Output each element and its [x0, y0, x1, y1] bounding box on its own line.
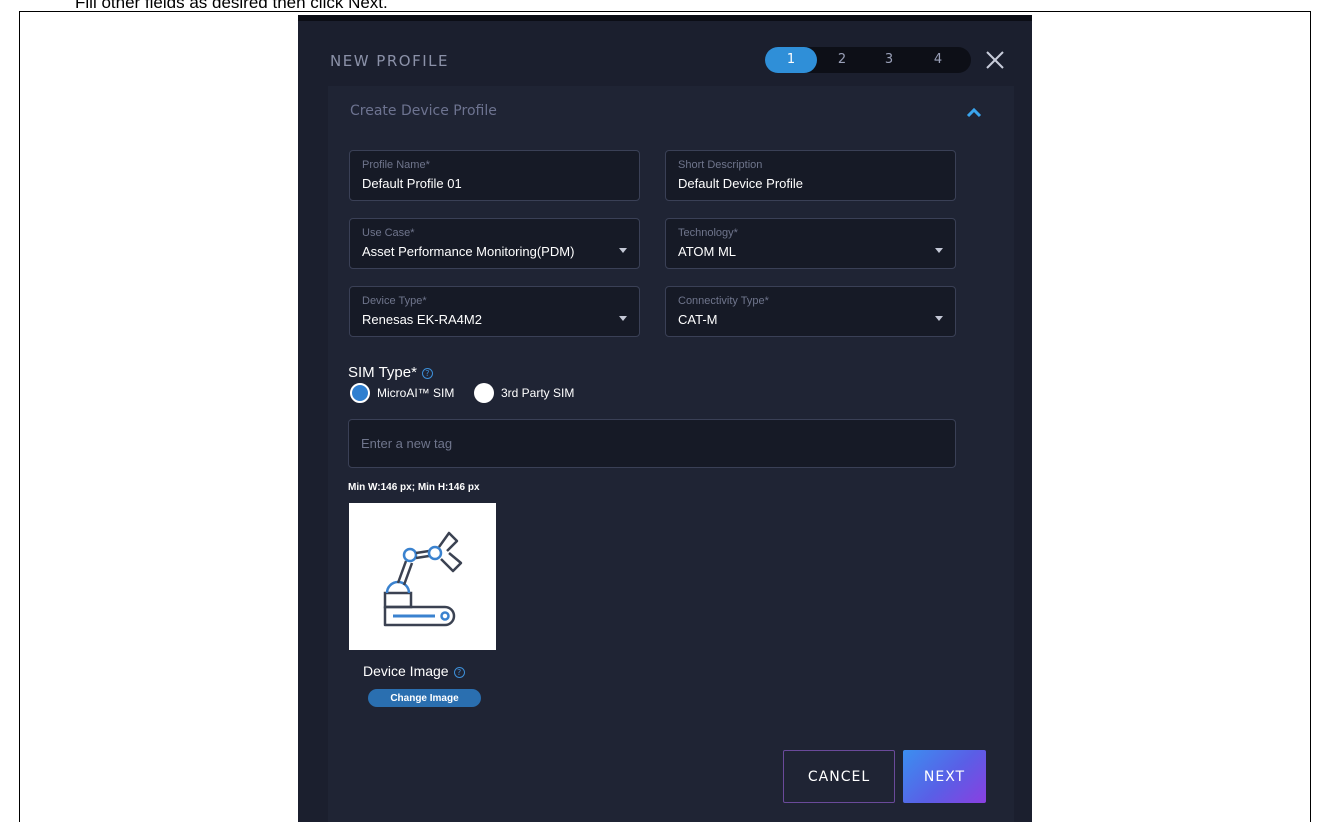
profile-name-value[interactable]: Default Profile 01 — [362, 176, 462, 191]
short-description-value[interactable]: Default Device Profile — [678, 176, 803, 191]
modal-title: NEW PROFILE — [330, 52, 449, 70]
tag-input[interactable] — [348, 419, 956, 468]
device-image-preview — [349, 503, 496, 650]
caret-down-icon — [935, 316, 943, 321]
sim-type-label-text: SIM Type* — [348, 364, 417, 381]
radio-3rd-party-sim-label: 3rd Party SIM — [501, 386, 575, 400]
close-button[interactable] — [983, 48, 1007, 72]
caret-down-icon — [619, 316, 627, 321]
new-profile-modal: NEW PROFILE 1 2 3 4 Create Device Profil… — [298, 15, 1032, 822]
short-description-field[interactable]: Short Description Default Device Profile — [665, 150, 956, 201]
use-case-label: Use Case* — [362, 227, 415, 239]
create-device-profile-section: Create Device Profile Profile Name* Defa… — [328, 86, 1014, 822]
change-image-button[interactable]: Change Image — [368, 689, 481, 707]
min-size-hint: Min W:146 px; Min H:146 px — [348, 482, 480, 493]
use-case-value: Asset Performance Monitoring(PDM) — [362, 244, 575, 259]
help-icon[interactable]: ? — [421, 367, 433, 379]
short-description-label: Short Description — [678, 159, 763, 171]
cancel-button[interactable]: CANCEL — [783, 750, 895, 803]
robot-arm-icon — [383, 531, 463, 627]
device-image-label-text: Device Image — [363, 663, 449, 679]
profile-name-field[interactable]: Profile Name* Default Profile 01 — [349, 150, 640, 201]
caret-down-icon — [619, 248, 627, 253]
step-2[interactable]: 2 — [827, 47, 857, 73]
radio-microai-sim[interactable]: MicroAI™ SIM — [350, 383, 454, 403]
step-1[interactable]: 1 — [765, 47, 817, 73]
collapse-section-button[interactable] — [964, 104, 984, 120]
radio-microai-sim-label: MicroAI™ SIM — [377, 386, 455, 400]
device-type-label: Device Type* — [362, 295, 427, 307]
use-case-select[interactable]: Use Case* Asset Performance Monitoring(P… — [349, 218, 640, 269]
close-icon — [986, 51, 1004, 69]
step-indicator: 1 2 3 4 — [765, 47, 971, 73]
technology-value: ATOM ML — [678, 244, 737, 259]
radio-selected-icon — [350, 383, 370, 403]
sim-type-label: SIM Type*? — [348, 364, 433, 381]
technology-select[interactable]: Technology* ATOM ML — [665, 218, 956, 269]
connectivity-type-value: CAT-M — [678, 312, 718, 327]
device-image-label: Device Image? — [363, 663, 465, 679]
step-3[interactable]: 3 — [874, 47, 904, 73]
connectivity-type-label: Connectivity Type* — [678, 295, 769, 307]
technology-label: Technology* — [678, 227, 738, 239]
help-icon[interactable]: ? — [453, 666, 465, 678]
modal-top-bar — [298, 15, 1032, 21]
device-type-select[interactable]: Device Type* Renesas EK-RA4M2 — [349, 286, 640, 337]
chevron-up-icon — [966, 107, 982, 118]
next-button[interactable]: NEXT — [903, 750, 986, 803]
radio-3rd-party-sim[interactable]: 3rd Party SIM — [474, 383, 574, 403]
connectivity-type-select[interactable]: Connectivity Type* CAT-M — [665, 286, 956, 337]
device-type-value: Renesas EK-RA4M2 — [362, 312, 482, 327]
profile-name-label: Profile Name* — [362, 159, 430, 171]
radio-unselected-icon — [474, 383, 494, 403]
caret-down-icon — [935, 248, 943, 253]
step-4[interactable]: 4 — [923, 47, 953, 73]
section-title: Create Device Profile — [350, 103, 497, 119]
